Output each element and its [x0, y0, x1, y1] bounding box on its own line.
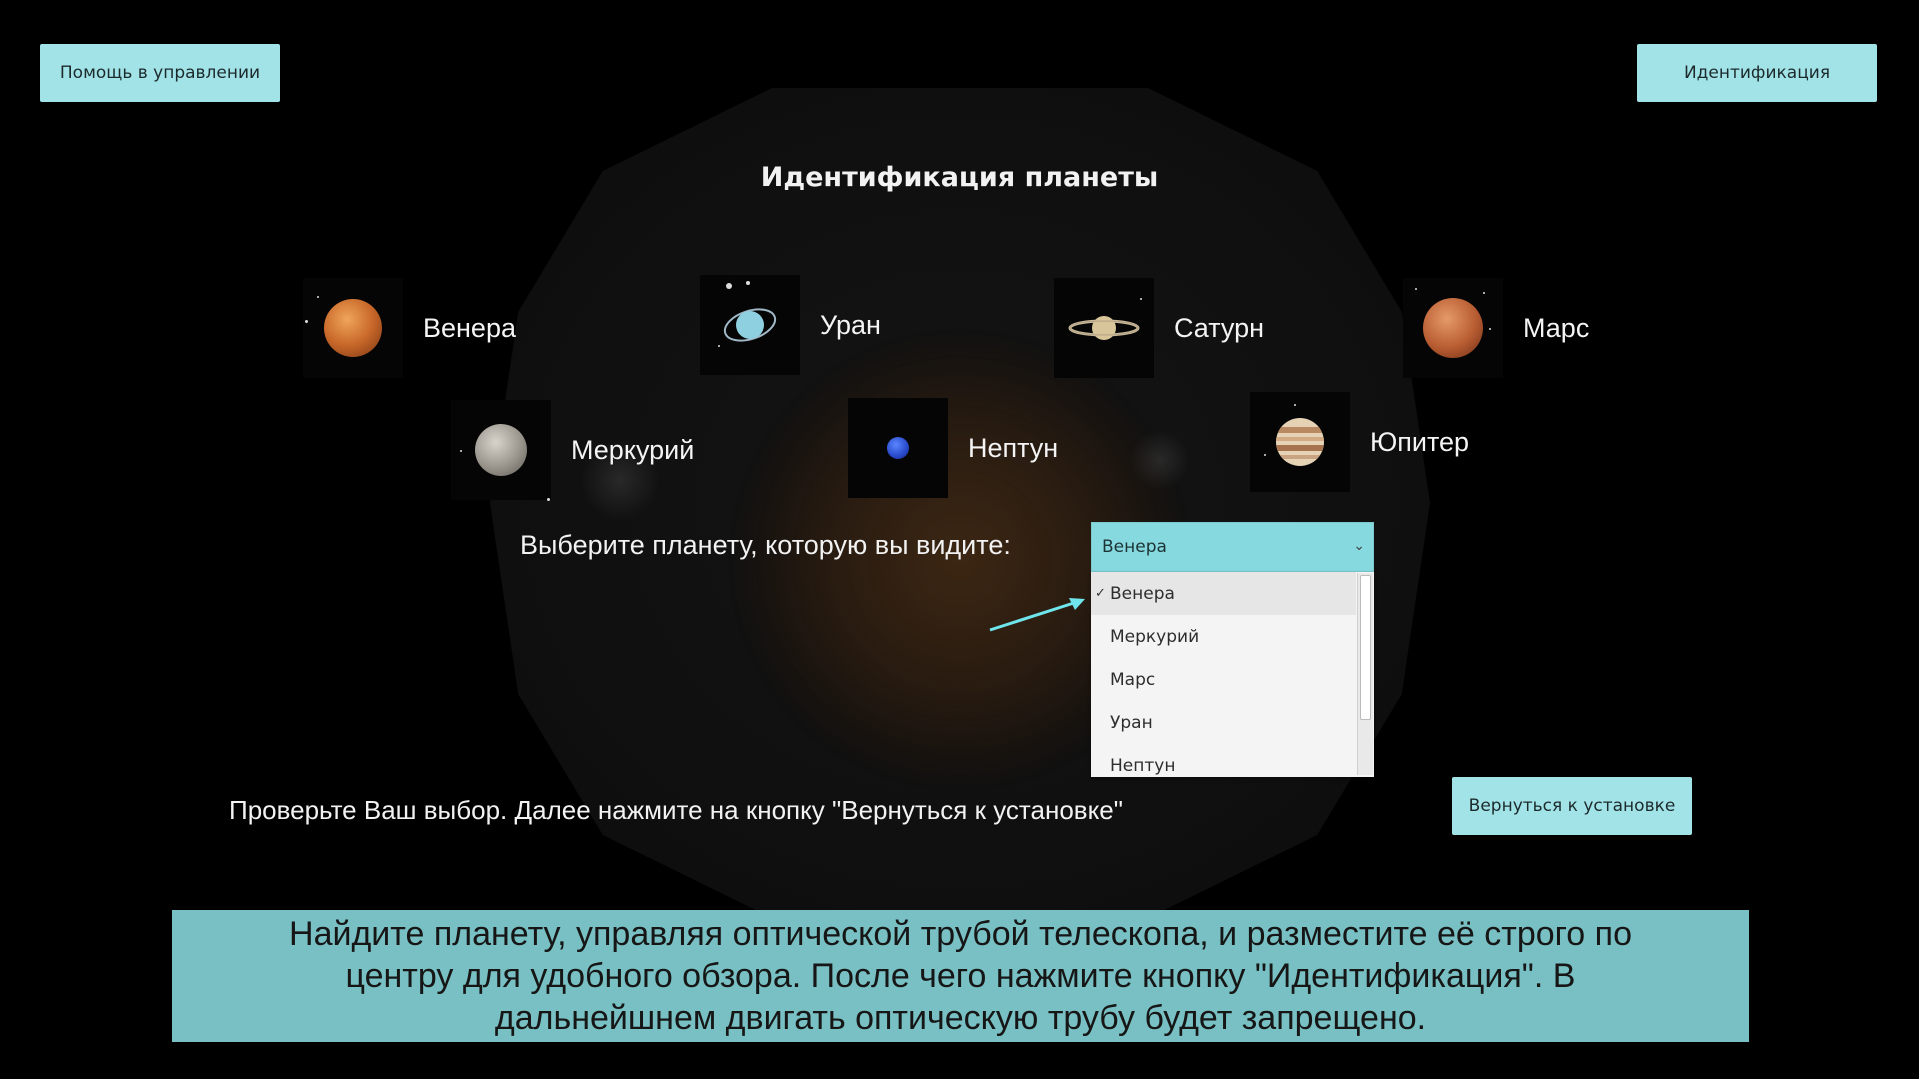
neptune-icon [848, 398, 948, 498]
venus-icon [303, 278, 403, 378]
planet-select[interactable]: Венера ⌄ [1091, 522, 1374, 572]
option-label: Меркурий [1110, 626, 1200, 647]
planet-select-options: ✓ Венера Меркурий Марс Уран Нептун [1091, 572, 1374, 777]
planet-label-neptune: Нептун [968, 432, 1059, 463]
haze-spot [1130, 430, 1190, 490]
planet-label-jupiter: Юпитер [1370, 426, 1470, 457]
scrollbar-thumb[interactable] [1360, 575, 1371, 720]
planet-select-value: Венера [1102, 537, 1167, 557]
option-label: Венера [1110, 583, 1175, 604]
planet-label-venus: Венера [423, 312, 516, 343]
identify-button[interactable]: Идентификация [1637, 44, 1877, 102]
option-venus[interactable]: ✓ Венера [1091, 572, 1356, 615]
chevron-down-icon: ⌄ [1353, 538, 1365, 554]
option-label: Уран [1110, 712, 1153, 733]
option-mercury[interactable]: Меркурий [1091, 615, 1356, 658]
planet-saturn: Сатурн [1054, 278, 1264, 378]
planet-label-mars: Марс [1523, 312, 1590, 343]
instruction-banner: Найдите планету, управляя оптической тру… [172, 910, 1749, 1042]
app-screen: Помощь в управлении Идентификация Иденти… [0, 0, 1919, 1079]
planet-select-label: Выберите планету, которую вы видите: [520, 530, 1011, 560]
instruction-text: Найдите планету, управляя оптической тру… [289, 915, 1632, 1037]
option-label: Марс [1110, 669, 1156, 690]
planet-label-saturn: Сатурн [1174, 312, 1265, 343]
planet-jupiter: Юпитер [1250, 392, 1469, 492]
mercury-icon [451, 400, 551, 501]
help-button[interactable]: Помощь в управлении [40, 44, 280, 102]
option-uranus[interactable]: Уран [1091, 701, 1356, 744]
jupiter-icon [1250, 392, 1350, 492]
planet-label-uranus: Уран [820, 309, 881, 340]
check-instruction: Проверьте Ваш выбор. Далее нажмите на кн… [229, 795, 1123, 825]
mars-icon [1403, 278, 1503, 378]
page-title: Идентификация планеты [760, 162, 1159, 193]
option-label: Нептун [1110, 755, 1176, 776]
options-scrollbar[interactable] [1357, 573, 1373, 775]
uranus-icon [700, 275, 800, 375]
pointer-arrow-icon [989, 598, 1085, 632]
planet-label-mercury: Меркурий [571, 434, 695, 465]
saturn-icon [1054, 278, 1154, 378]
planet-venus: Венера [303, 278, 516, 378]
option-neptune[interactable]: Нептун [1091, 744, 1356, 777]
option-mars[interactable]: Марс [1091, 658, 1356, 701]
planet-mars: Марс [1403, 278, 1589, 378]
return-to-setup-button[interactable]: Вернуться к установке [1452, 777, 1692, 835]
planet-uranus: Уран [700, 275, 881, 375]
planet-neptune: Нептун [848, 398, 1058, 498]
check-icon: ✓ [1095, 586, 1106, 601]
planet-mercury: Меркурий [451, 400, 695, 501]
